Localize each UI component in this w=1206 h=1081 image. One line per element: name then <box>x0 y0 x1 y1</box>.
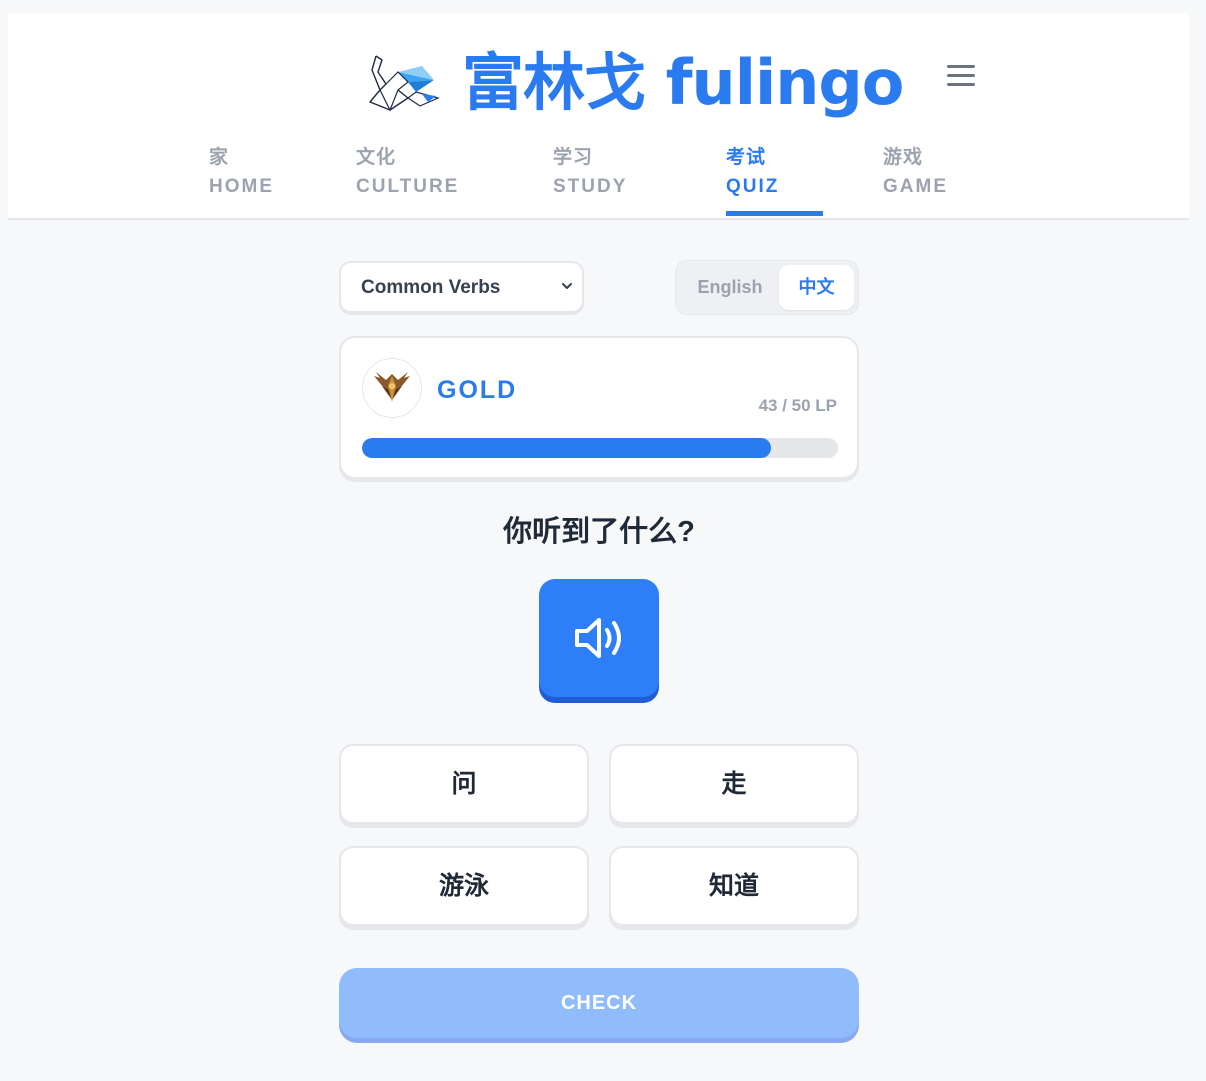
speaker-icon <box>575 618 621 658</box>
nav-item-home[interactable]: 家 HOME <box>209 143 274 218</box>
active-tab-indicator <box>726 211 823 216</box>
answer-option[interactable]: 知道 <box>609 846 859 926</box>
logo[interactable]: 富林戈 fulingo <box>368 43 904 123</box>
nav-item-zh-label: 文化 <box>356 147 397 168</box>
topic-select-value: Common Verbs <box>361 277 501 298</box>
lp-progress-bar <box>362 438 838 458</box>
answer-option[interactable]: 走 <box>609 744 859 824</box>
rank-name: GOLD <box>437 376 518 404</box>
check-button[interactable]: CHECK <box>339 968 859 1038</box>
rank-lp: 43 / 50 LP <box>758 396 837 415</box>
chevron-down-icon <box>562 283 572 289</box>
logo-text: 富林戈 fulingo <box>462 46 904 119</box>
header: 富林戈 fulingo 家 HOME 文化 CULTURE 学习 STUDY 考… <box>8 13 1189 220</box>
language-toggle: English 中文 <box>675 260 859 315</box>
play-audio-button[interactable] <box>539 579 659 697</box>
nav-item-zh-label: 家 <box>209 147 230 168</box>
nav-item-en-label: CULTURE <box>356 176 460 197</box>
lp-progress-fill <box>362 438 772 458</box>
nav-item-zh-label: 考试 <box>726 147 767 168</box>
nav-item-zh-label: 游戏 <box>883 147 924 168</box>
nav-item-study[interactable]: 学习 STUDY <box>553 143 627 218</box>
lang-option-english[interactable]: English <box>686 265 774 310</box>
topic-select[interactable]: Common Verbs <box>339 261 584 313</box>
nav-item-culture[interactable]: 文化 CULTURE <box>356 143 459 218</box>
nav-item-game[interactable]: 游戏 GAME <box>883 143 948 218</box>
nav-item-en-label: HOME <box>209 176 274 197</box>
nav-item-en-label: STUDY <box>553 176 628 197</box>
nav-item-en-label: GAME <box>883 176 948 197</box>
rank-card: GOLD 43 / 50 LP <box>339 336 859 479</box>
question-prompt: 你听到了什么? <box>503 516 695 548</box>
lang-option-chinese[interactable]: 中文 <box>779 265 854 310</box>
origami-swan-icon <box>369 55 440 112</box>
nav-item-zh-label: 学习 <box>553 147 594 168</box>
nav-item-en-label: QUIZ <box>726 176 780 197</box>
main-nav: 家 HOME 文化 CULTURE 学习 STUDY 考试 QUIZ 游戏 GA… <box>8 143 1189 218</box>
answer-option[interactable]: 问 <box>339 744 589 824</box>
nav-item-quiz[interactable]: 考试 QUIZ <box>726 143 823 218</box>
gold-wings-badge-icon <box>362 358 422 418</box>
hamburger-menu-icon[interactable] <box>947 65 975 91</box>
answer-option[interactable]: 游泳 <box>339 846 589 926</box>
